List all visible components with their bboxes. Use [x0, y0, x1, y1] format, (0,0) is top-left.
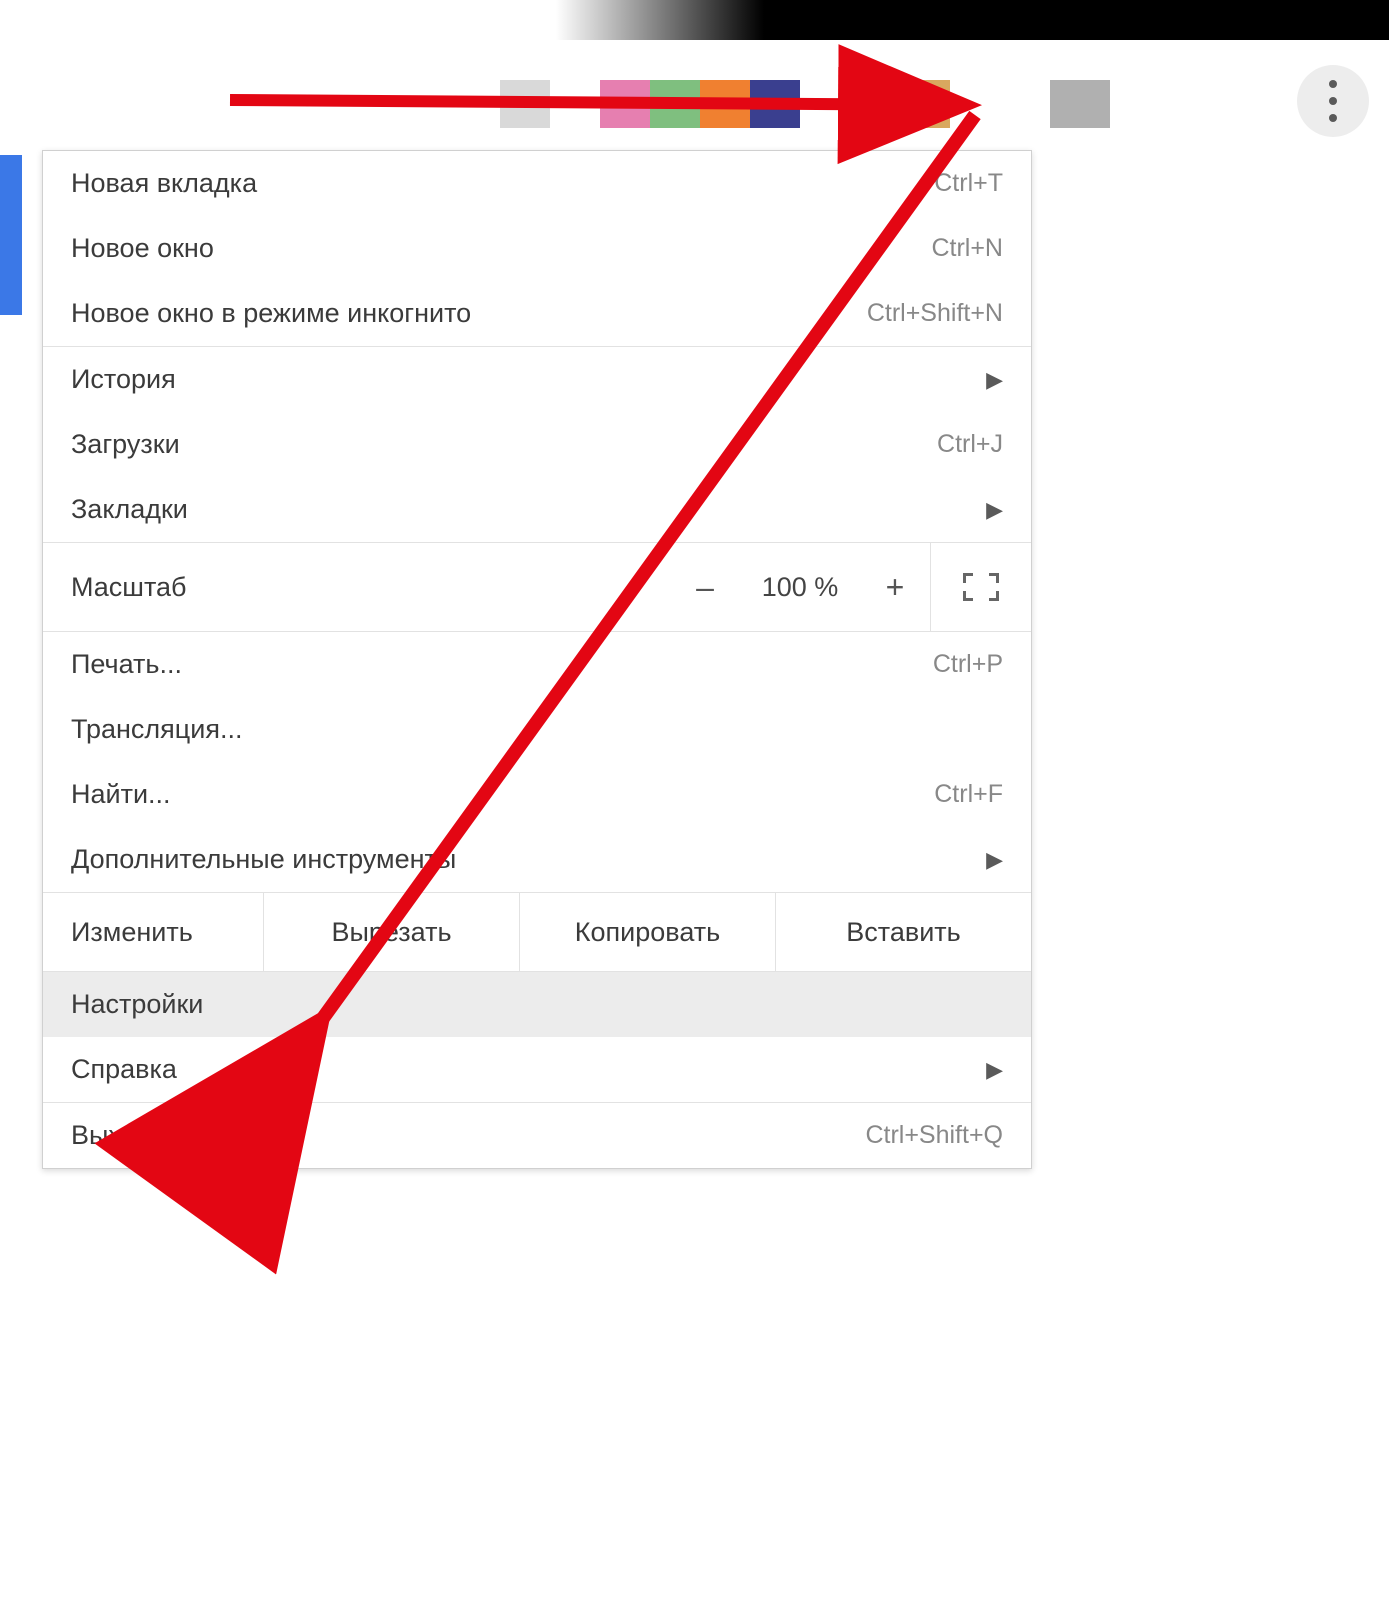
menu-label: Трансляция...: [71, 714, 242, 745]
menu-shortcut: Ctrl+T: [934, 169, 1003, 198]
menu-item-history[interactable]: История ▶: [43, 347, 1031, 412]
menu-item-more-tools[interactable]: Дополнительные инструменты ▶: [43, 827, 1031, 892]
menu-item-zoom: Масштаб – 100 % +: [43, 543, 1031, 631]
menu-label: Новое окно: [71, 233, 214, 264]
menu-item-help[interactable]: Справка ▶: [43, 1037, 1031, 1102]
kebab-dot-icon: [1329, 114, 1337, 122]
menu-label: Выход: [71, 1120, 152, 1151]
zoom-label: Масштаб: [71, 572, 670, 603]
menu-item-bookmarks[interactable]: Закладки ▶: [43, 477, 1031, 542]
fullscreen-button[interactable]: [931, 543, 1031, 631]
edit-cut-button[interactable]: Вырезать: [263, 893, 519, 971]
menu-item-new-window[interactable]: Новое окно Ctrl+N: [43, 216, 1031, 281]
menu-item-cast[interactable]: Трансляция...: [43, 697, 1031, 762]
menu-label: Загрузки: [71, 429, 180, 460]
menu-item-edit: Изменить Вырезать Копировать Вставить: [43, 893, 1031, 971]
menu-item-print[interactable]: Печать... Ctrl+P: [43, 632, 1031, 697]
page-blue-strip: [0, 155, 22, 315]
menu-item-new-incognito[interactable]: Новое окно в режиме инкогнито Ctrl+Shift…: [43, 281, 1031, 346]
chrome-main-menu: Новая вкладка Ctrl+T Новое окно Ctrl+N Н…: [42, 150, 1032, 1169]
menu-shortcut: Ctrl+Shift+N: [867, 299, 1003, 328]
menu-label: Новая вкладка: [71, 168, 257, 199]
menu-item-settings[interactable]: Настройки: [43, 972, 1031, 1037]
menu-item-new-tab[interactable]: Новая вкладка Ctrl+T: [43, 151, 1031, 216]
chevron-right-icon: ▶: [986, 367, 1003, 393]
menu-label: История: [71, 364, 176, 395]
menu-label: Справка: [71, 1054, 177, 1085]
menu-label: Закладки: [71, 494, 188, 525]
zoom-out-button[interactable]: –: [670, 569, 740, 606]
chevron-right-icon: ▶: [986, 847, 1003, 873]
menu-label: Настройки: [71, 989, 203, 1020]
zoom-in-button[interactable]: +: [860, 569, 930, 606]
menu-label: Дополнительные инструменты: [71, 844, 456, 875]
chevron-right-icon: ▶: [986, 1057, 1003, 1083]
edit-copy-button[interactable]: Копировать: [519, 893, 775, 971]
menu-shortcut: Ctrl+P: [933, 650, 1003, 679]
zoom-value: 100 %: [740, 572, 860, 603]
menu-shortcut: Ctrl+Shift+Q: [865, 1121, 1003, 1150]
fullscreen-icon: [963, 573, 999, 601]
menu-label: Новое окно в режиме инкогнито: [71, 298, 471, 329]
menu-shortcut: Ctrl+F: [934, 780, 1003, 809]
edit-paste-button[interactable]: Вставить: [775, 893, 1031, 971]
menu-item-downloads[interactable]: Загрузки Ctrl+J: [43, 412, 1031, 477]
menu-label: Найти...: [71, 779, 171, 810]
menu-label: Печать...: [71, 649, 182, 680]
edit-label: Изменить: [43, 893, 263, 971]
menu-item-find[interactable]: Найти... Ctrl+F: [43, 762, 1031, 827]
tab-swatches: [500, 80, 1000, 128]
extension-swatch: [1050, 80, 1110, 128]
menu-shortcut: Ctrl+N: [931, 234, 1003, 263]
menu-shortcut: Ctrl+J: [937, 430, 1003, 459]
kebab-dot-icon: [1329, 80, 1337, 88]
menu-item-exit[interactable]: Выход Ctrl+Shift+Q: [43, 1103, 1031, 1168]
chrome-menu-button[interactable]: [1297, 65, 1369, 137]
chevron-right-icon: ▶: [986, 497, 1003, 523]
kebab-dot-icon: [1329, 97, 1337, 105]
title-bar-gradient: [0, 0, 1389, 40]
